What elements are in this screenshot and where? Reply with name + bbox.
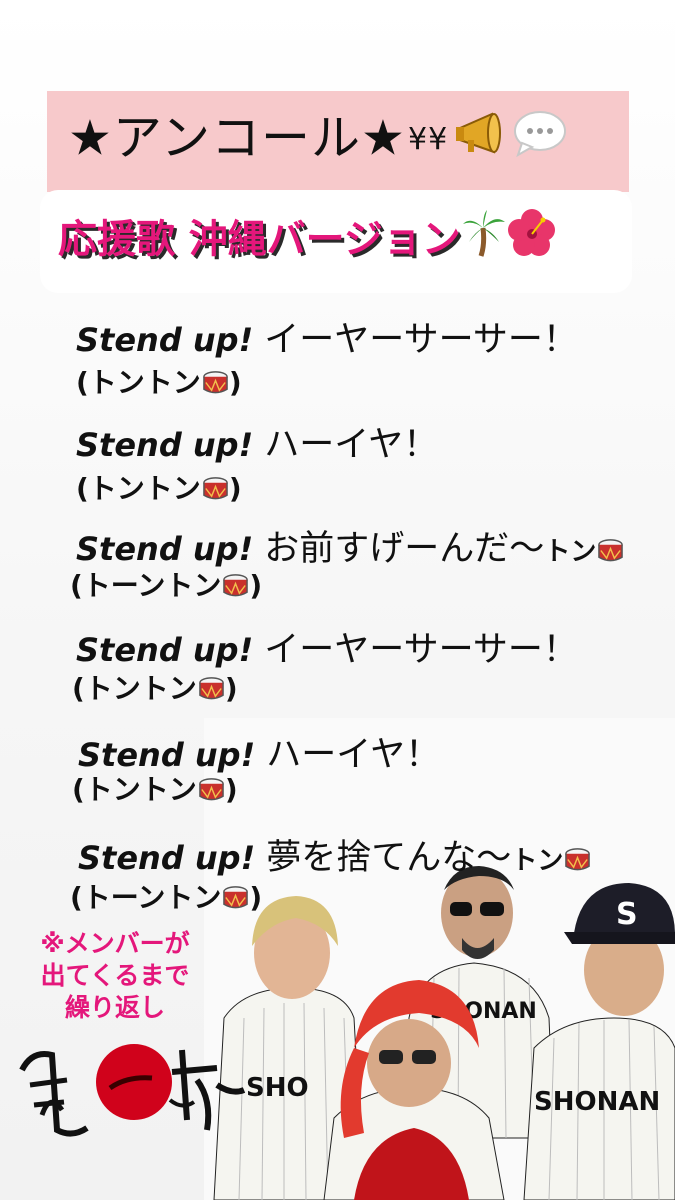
drum-icon (199, 677, 224, 700)
lyric-jp: お前すげーんだ〜 (264, 529, 545, 569)
note-line-1: ※メンバーが (40, 929, 190, 958)
lyric-tail: トン (544, 537, 597, 567)
lyric-paren: (トントン (72, 672, 197, 705)
lyric-drum-2: (トントン) (76, 471, 242, 507)
lyric-tail: トン (511, 846, 564, 876)
lyric-paren-end: ) (249, 569, 263, 602)
lyric-line-1: Stend up! イーヤーサーサー！ (76, 318, 578, 362)
lyric-paren-end: ) (224, 672, 238, 705)
lyric-jp: イーヤーサーサー！ (264, 630, 578, 670)
lyric-jp: ハーイヤ！ (266, 735, 441, 775)
member-right: S SHONAN (523, 883, 675, 1201)
lyric-line-6: Stend up! 夢を捨てんな～トン (78, 836, 591, 883)
svg-text:S: S (616, 897, 638, 932)
drum-icon (223, 886, 249, 909)
subtitle-label: 応援歌 沖縄バージョン (58, 217, 461, 263)
palm-tree-icon (461, 208, 507, 276)
hibiscus-icon (507, 208, 557, 276)
speech-bubble-icon (512, 109, 568, 173)
svg-text:SHONAN: SHONAN (534, 1087, 660, 1117)
page-subtitle: 応援歌 沖縄バージョン (58, 208, 557, 276)
drum-icon (598, 539, 624, 562)
lyric-paren-end: ) (228, 472, 242, 505)
drum-icon (223, 574, 249, 597)
page-title: ★アンコール★ ¥¥ (68, 108, 568, 174)
drum-icon (565, 848, 591, 871)
svg-text:SHO: SHO (246, 1073, 309, 1103)
lyric-jp: 夢を捨てんな～ (266, 838, 512, 878)
money-mouth-icon: ¥¥ (406, 111, 454, 171)
lyric-line-4: Stend up! イーヤーサーサー！ (76, 628, 578, 672)
lyric-drum-4: (トントン) (72, 671, 238, 707)
note-line-2: 出てくるまで (40, 961, 190, 990)
lyric-en: Stend up! (76, 321, 254, 359)
drum-icon (203, 371, 228, 394)
drum-icon (199, 778, 224, 801)
lyric-paren: (トントン (76, 472, 201, 505)
lyric-drum-6: (トーントン) (70, 880, 262, 916)
lyric-paren: (トントン (76, 366, 201, 399)
lyric-en: Stend up! (78, 839, 256, 877)
lyric-drum-5: (トントン) (72, 772, 238, 808)
lyric-jp: ハーイヤ！ (264, 425, 439, 465)
lyric-line-5: Stend up! ハーイヤ！ (78, 733, 440, 777)
lyric-drum-1: (トントン) (76, 365, 242, 401)
lyric-paren-end: ) (249, 881, 263, 914)
lyric-en: Stend up! (76, 426, 254, 464)
lyric-paren: (トーントン (70, 881, 222, 914)
lyric-en: Stend up! (78, 736, 256, 774)
band-photo: SHO SHONAN S SHONAN (204, 718, 675, 1201)
lyric-paren: (トントン (72, 773, 197, 806)
lyric-en: Stend up! (76, 530, 254, 568)
drum-icon (203, 477, 228, 500)
lyric-en: Stend up! (76, 631, 254, 669)
lyric-paren-end: ) (228, 366, 242, 399)
title-label: ★アンコール★ (68, 109, 406, 167)
lyric-line-2: Stend up! ハーイヤ！ (76, 423, 438, 467)
lyric-jp: イーヤーサーサー！ (264, 320, 578, 360)
lyric-paren-end: ) (224, 773, 238, 806)
megaphone-icon (454, 108, 512, 174)
svg-text:¥¥: ¥¥ (408, 122, 448, 157)
lyric-line-3: Stend up! お前すげーんだ〜トン (76, 527, 624, 574)
band-logo (19, 1044, 246, 1137)
lyric-paren: (トーントン (70, 569, 222, 602)
lyric-drum-3: (トーントン) (70, 568, 262, 604)
